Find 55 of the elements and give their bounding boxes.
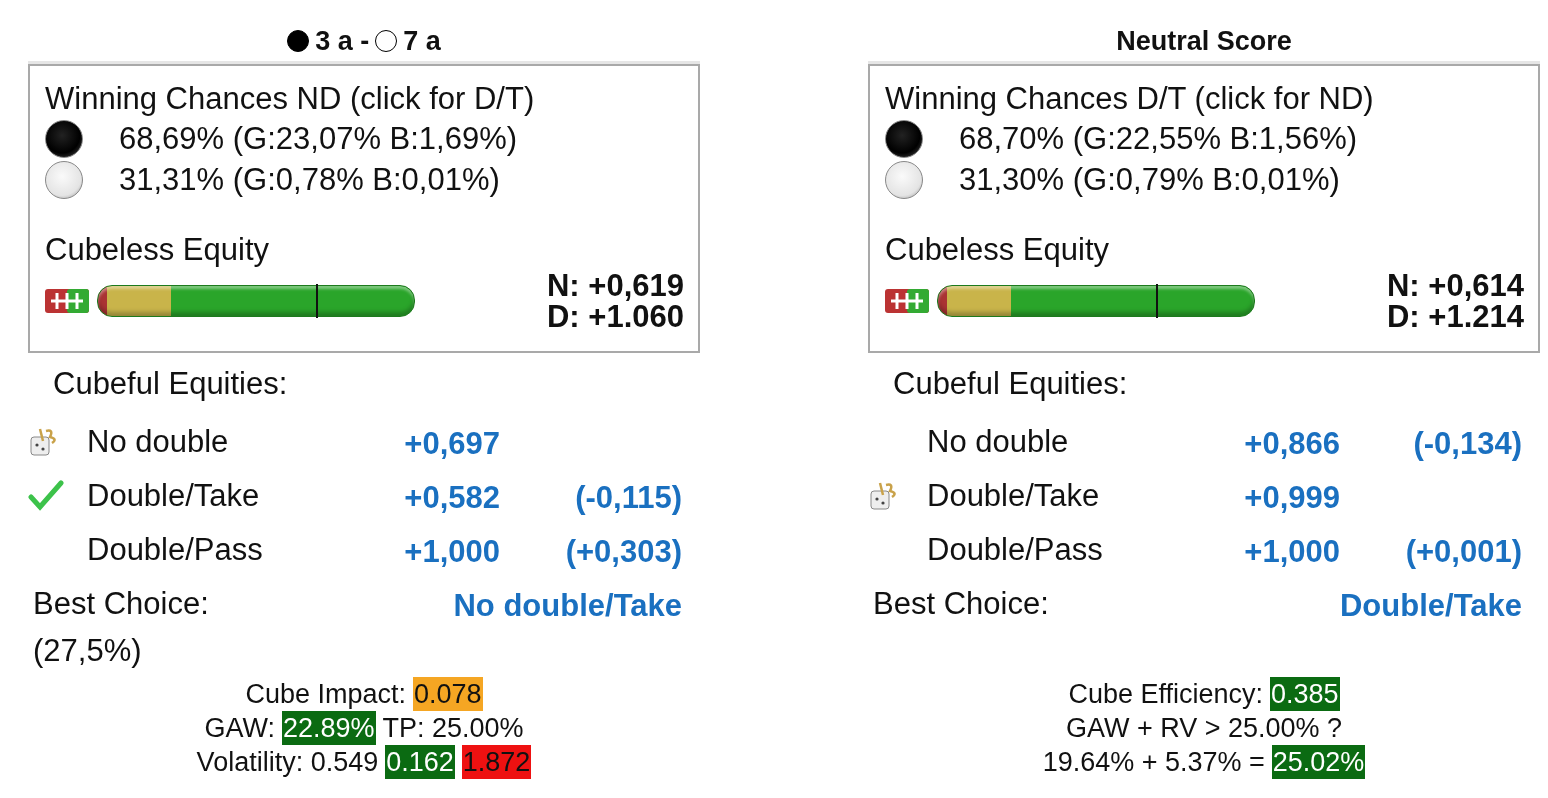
option-label: Double/Take xyxy=(927,477,1101,515)
winning-chances: 31,31% (G:0,78% B:0,01%) xyxy=(119,161,500,198)
equity-reading: D: +1.214 xyxy=(1387,301,1524,332)
stat-text: Volatility: 0.549 xyxy=(196,746,379,779)
section-title: Cubeful Equities: xyxy=(892,365,1129,403)
stat-text: GAW: xyxy=(204,712,275,745)
highlighted-value: 0.078 xyxy=(413,677,483,711)
equity-difference: (-0,115) xyxy=(574,479,682,517)
equity-value: +1,000 xyxy=(1243,533,1340,571)
equity-value: +0,866 xyxy=(1243,425,1340,463)
best-choice-value: No double/Take xyxy=(452,587,682,625)
highlighted-value: 0.162 xyxy=(385,745,455,779)
equity-reading: N: +0,619 xyxy=(547,270,684,301)
equity-reading: D: +1.060 xyxy=(547,301,684,332)
option-label: Double/Pass xyxy=(927,531,1104,569)
equity-label: Cubeless Equity xyxy=(45,231,270,269)
score-icon xyxy=(885,287,929,315)
best-choice-value: Double/Take xyxy=(1338,587,1522,625)
section-title: Cubeful Equities: xyxy=(52,365,289,403)
stat-text: GAW + RV > 25.00% ? xyxy=(1065,712,1343,745)
best-choice-note: (27,5%) xyxy=(32,632,143,670)
equity-value: +1,000 xyxy=(403,533,500,571)
option-label: Double/Pass xyxy=(87,531,264,569)
highlighted-value: 0.385 xyxy=(1270,677,1340,711)
highlighted-value: 25.02% xyxy=(1271,745,1366,779)
option-label: No double xyxy=(927,423,1070,461)
stat-text: 19.64% + 5.37% = xyxy=(1042,746,1265,779)
best-choice-label: Best Choice: xyxy=(872,585,1050,623)
equity-value: +0,582 xyxy=(403,479,500,517)
stat-text: TP: 25.00% xyxy=(382,712,524,745)
highlighted-value: 22.89% xyxy=(281,711,376,745)
winning-chances: 31,30% (G:0,79% B:0,01%) xyxy=(959,161,1340,198)
score-title: 3 a - xyxy=(315,25,370,57)
winning-chances-panel[interactable]: Winning Chances ND (click for D/T) 68,69% (G:23,07% B:1,69%) 31,31% (G:0,78% B:0,01%) Cubeless Equity N: +0,619 D: +1.060 xyxy=(28,64,700,353)
option-label: No double xyxy=(87,423,230,461)
equity-value: +0,697 xyxy=(403,425,500,463)
stat-text: Cube Efficiency: xyxy=(1068,678,1263,711)
equity-value: +0,999 xyxy=(1243,479,1340,517)
winning-chances: 68,69% (G:23,07% B:1,69%) xyxy=(119,120,518,157)
score-title: Neutral Score xyxy=(1116,25,1292,57)
equity-label: Cubeless Equity xyxy=(885,231,1110,269)
best-choice-label: Best Choice: xyxy=(32,585,210,623)
option-label: Double/Take xyxy=(87,477,261,515)
highlighted-value: 1.872 xyxy=(461,745,532,779)
score-icon xyxy=(45,287,89,315)
panel-title: Winning Chances ND (click for D/T) xyxy=(45,80,536,118)
equity-difference: (+0,303) xyxy=(564,533,682,571)
equity-difference: (-0,134) xyxy=(1412,425,1522,463)
equity-reading: N: +0,614 xyxy=(1387,270,1524,301)
stat-text: Cube Impact: xyxy=(245,678,406,711)
equity-difference: (+0,001) xyxy=(1404,533,1522,571)
score-title: 7 a xyxy=(403,25,441,57)
winning-chances: 68,70% (G:22,55% B:1,56%) xyxy=(959,120,1358,157)
panel-title: Winning Chances D/T (click for ND) xyxy=(885,80,1375,118)
winning-chances-panel[interactable]: Winning Chances D/T (click for ND) 68,70% (G:22,55% B:1,56%) 31,30% (G:0,79% B:0,01%) Cubeless Equity N: +0,614 D: +1.214 xyxy=(868,64,1540,353)
